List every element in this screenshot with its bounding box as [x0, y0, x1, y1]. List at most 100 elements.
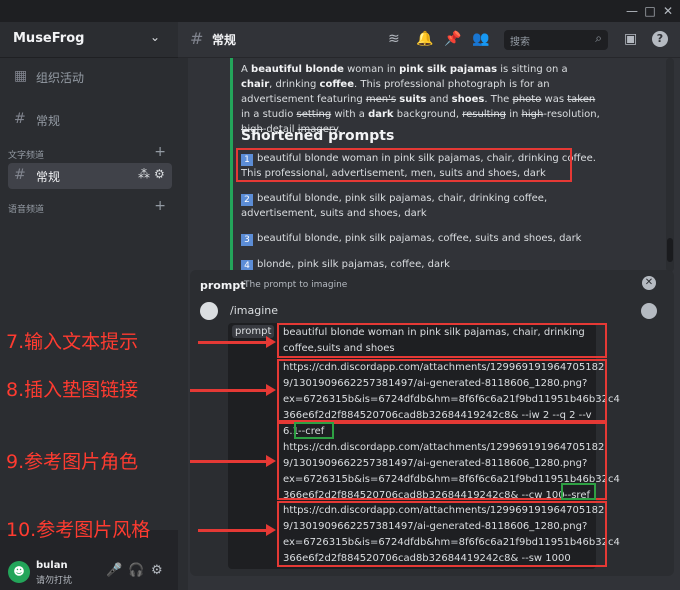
scrollbar-thumb[interactable] — [667, 238, 673, 262]
message-text-fragment: with a — [331, 109, 369, 120]
username: bulan — [36, 560, 68, 571]
minimize-button[interactable]: — — [624, 3, 640, 19]
message-text-fragment: photo — [512, 94, 542, 105]
annotation-arrowhead — [266, 524, 276, 536]
app-avatar — [200, 302, 218, 320]
headset-icon[interactable]: 🎧 — [128, 563, 144, 578]
hash-icon: # — [14, 111, 26, 127]
category-text-channels[interactable]: 文字频道 + — [6, 144, 172, 164]
number-badge: 3 — [241, 234, 253, 246]
annotation-arrow — [198, 341, 268, 344]
pin-icon[interactable]: 📌 — [444, 31, 461, 47]
chevron-down-icon: ⌄ — [150, 30, 161, 44]
category-label: 文字频道 — [8, 151, 45, 161]
sidebar-item-events[interactable]: ▦ 组织活动 — [8, 64, 172, 90]
add-channel-icon[interactable]: + — [154, 144, 166, 160]
user-settings-icon[interactable]: ⚙ — [151, 563, 163, 578]
server-name: MuseFrog — [13, 31, 85, 46]
list-item: 2 beautiful blonde, pink silk pajamas, ch… — [241, 191, 601, 221]
embed-accent-bar — [230, 58, 233, 272]
message-text-fragment: woman in — [343, 64, 400, 75]
sidebar-item-general-active[interactable]: # 常规 ⁂ ⚙ — [8, 163, 172, 189]
message-text-fragment: in a studio — [241, 109, 297, 120]
highlight-box-sref — [277, 501, 607, 567]
highlight-cref-flag — [294, 422, 334, 439]
number-badge: 2 — [241, 194, 253, 206]
list-item-text: blonde, pink silk pajamas, coffee, dark — [257, 259, 450, 270]
message-text-fragment: coffee — [319, 79, 354, 90]
hash-icon: # — [14, 167, 26, 183]
message-text-fragment: shoes — [451, 94, 485, 105]
invite-icon[interactable]: ⁂ — [138, 167, 150, 181]
search-input[interactable]: 搜索 ⌕ — [504, 30, 608, 50]
close-window-button[interactable]: ✕ — [660, 3, 676, 19]
gear-icon[interactable]: ⚙ — [154, 167, 165, 181]
mute-microphone-icon[interactable]: 🎤 — [106, 563, 122, 578]
category-voice-channels[interactable]: 语音频道 + — [6, 198, 172, 218]
message-text-fragment: chair — [241, 79, 270, 90]
user-status: 请勿打扰 — [36, 576, 73, 586]
message-text-fragment: is sitting on a — [497, 64, 568, 75]
annotation-arrow — [190, 389, 268, 392]
members-icon[interactable]: 👥 — [472, 31, 489, 47]
threads-icon[interactable]: ≋ — [388, 31, 400, 47]
annotation-label: 7.输入文本提示 — [6, 331, 139, 353]
message-text-fragment: background, — [393, 109, 463, 120]
annotation-arrowhead — [266, 336, 276, 348]
section-heading: Shortened prompts — [241, 128, 395, 144]
sidebar-item-label: 组织活动 — [36, 71, 85, 85]
close-icon[interactable]: ✕ — [642, 276, 656, 290]
chat-gutter — [178, 58, 188, 590]
message-text-fragment: taken — [567, 94, 596, 105]
maximize-button[interactable]: □ — [642, 3, 658, 19]
highlight-sref-flag — [561, 483, 596, 500]
channel-header: # 常规 ≋ 🔔 📌 👥 搜索 ⌕ ▣ ? — [178, 22, 680, 58]
annotation-label: 10.参考图片风格 — [6, 519, 151, 541]
window-titlebar: — □ ✕ — [0, 0, 680, 22]
message-text-fragment: in — [506, 109, 522, 120]
sidebar-item-general[interactable]: # 常规 — [8, 107, 172, 133]
calendar-icon: ▦ — [14, 68, 28, 84]
command-name: /imagine — [230, 304, 278, 317]
annotation-arrowhead — [266, 384, 276, 396]
option-description: The prompt to imagine — [244, 280, 348, 290]
message-text-fragment: and — [426, 94, 452, 105]
message-text-fragment: setting — [296, 109, 332, 120]
list-item-text: beautiful blonde, pink silk pajamas, cha… — [241, 193, 548, 219]
emoji-icon[interactable] — [641, 303, 657, 319]
message-text-fragment: -resolution, — [543, 109, 600, 120]
annotation-arrow — [198, 529, 268, 532]
highlight-box — [236, 148, 572, 182]
server-header[interactable]: MuseFrog ⌄ — [0, 22, 178, 58]
channel-title: 常规 — [212, 33, 237, 47]
annotation-label: 8.插入垫图链接 — [6, 379, 139, 401]
annotation-arrowhead — [266, 455, 276, 467]
highlight-box-link — [277, 359, 607, 422]
help-icon[interactable]: ? — [652, 31, 668, 47]
message-text-fragment: high — [521, 109, 544, 120]
highlight-box-text — [277, 323, 607, 358]
message-text-fragment: was — [541, 94, 568, 105]
hash-icon: # — [190, 29, 204, 48]
message-text-fragment: , drinking — [269, 79, 320, 90]
add-channel-icon[interactable]: + — [154, 198, 166, 214]
message-text-fragment: resulting — [462, 109, 507, 120]
message-text-fragment: . The — [484, 94, 513, 105]
inbox-icon[interactable]: ▣ — [624, 31, 637, 47]
message-text-fragment: men's — [365, 94, 397, 105]
channel-sidebar: MuseFrog ⌄ ▦ 组织活动 # 常规 文字频道 + # 常规 ⁂ ⚙ 语… — [0, 22, 178, 590]
option-name: prompt — [200, 279, 246, 292]
category-label: 语音频道 — [8, 205, 45, 215]
message-text-fragment: suits — [399, 94, 427, 105]
message-paragraph: A beautiful blonde woman in pink silk pa… — [241, 62, 601, 137]
bell-icon[interactable]: 🔔 — [416, 31, 433, 47]
annotation-label: 9.参考图片角色 — [6, 451, 139, 473]
avatar[interactable]: ☻ — [8, 561, 30, 583]
search-icon: ⌕ — [595, 31, 602, 45]
sidebar-item-label: 常规 — [36, 170, 61, 184]
message-text-fragment: A — [241, 64, 252, 75]
list-item: 3 beautiful blonde, pink silk pajamas, co… — [241, 231, 601, 246]
annotation-arrow — [190, 460, 268, 463]
message-text-fragment: pink silk pajamas — [399, 64, 498, 75]
sidebar-item-label: 常规 — [36, 114, 61, 128]
